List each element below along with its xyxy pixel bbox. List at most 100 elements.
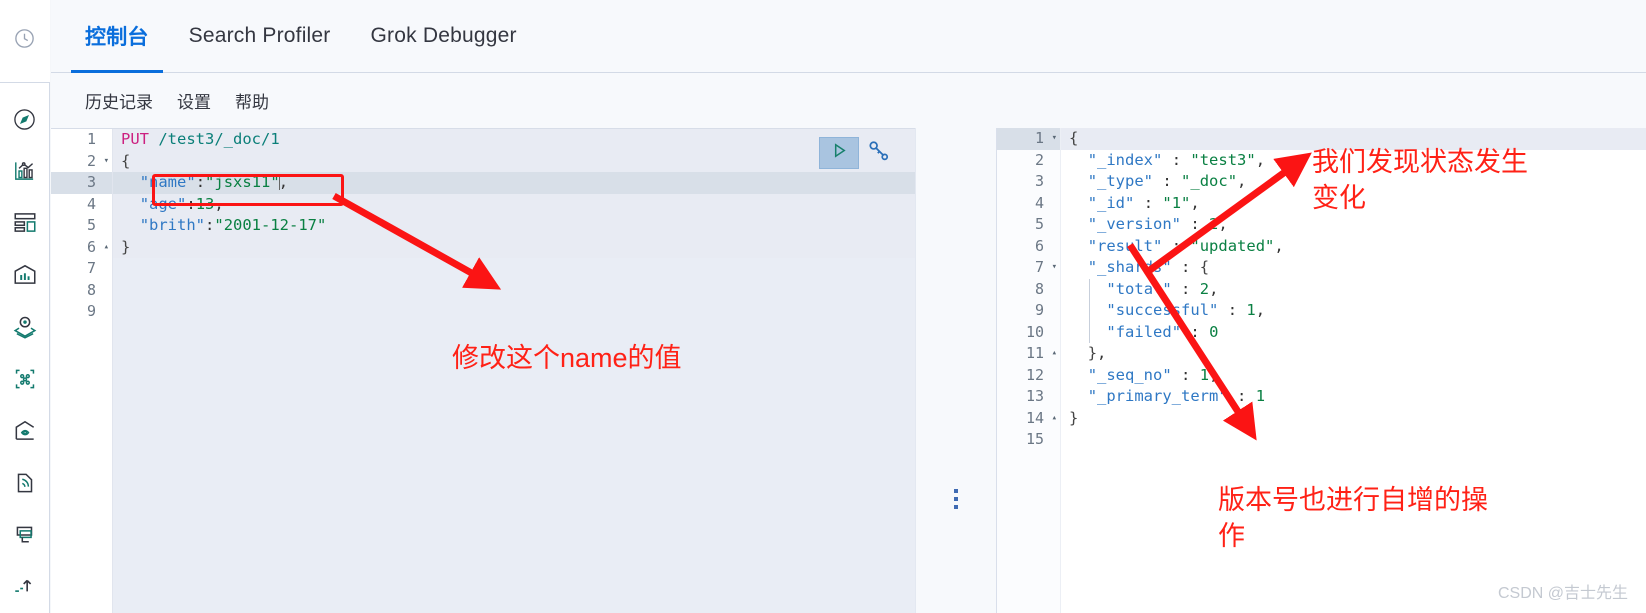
code-line[interactable]: "name":"jsxs11",: [113, 172, 915, 194]
gutter-line: 3: [1034, 172, 1044, 190]
gutter-line: 8: [1034, 279, 1044, 298]
gutter-line: 6 ▴: [51, 237, 112, 259]
gutter-line: 9: [1034, 301, 1044, 319]
gutter-line: 13: [1025, 387, 1044, 405]
request-options-button[interactable]: [865, 138, 891, 169]
gutter-line: 5: [86, 216, 96, 234]
sidebar-item-maps[interactable]: [0, 301, 50, 353]
console-panes: 1 2 ▾ 3 4 5 6 ▴ 7 8 9 PUT /test3/_doc/1{ "name":"j…: [51, 128, 1646, 613]
fold-toggle-icon[interactable]: ▾: [104, 151, 109, 173]
gutter-line: 2 ▾: [51, 151, 112, 173]
gutter-line: 15: [1025, 430, 1044, 448]
logs-icon: [12, 470, 38, 496]
code-line[interactable]: "age":13,: [113, 193, 915, 215]
main-area: 控制台 Search Profiler Grok Debugger 历史记录 设…: [51, 0, 1646, 613]
code-line[interactable]: "failed" : 0: [1061, 322, 1646, 344]
gutter-line: 12: [1025, 365, 1044, 384]
sidebar-item-list: [0, 83, 50, 613]
gutter-line: 5: [1034, 215, 1044, 233]
gutter-line: 8: [86, 280, 96, 299]
fold-toggle-icon[interactable]: ▴: [1052, 343, 1057, 365]
tab-grok-debugger[interactable]: Grok Debugger: [357, 0, 531, 72]
indent-guide: [1089, 278, 1090, 343]
submenu-item-settings[interactable]: 设置: [177, 88, 211, 113]
response-gutter: 1 ▾ 2 3 4 5 6 7 ▾ 8 9 10 11 ▴ 12 13 14 ▴ 15: [997, 128, 1061, 613]
tab-grok-debugger-label: Grok Debugger: [370, 24, 517, 47]
code-line[interactable]: PUT /test3/_doc/1: [113, 129, 915, 151]
tab-bar: 控制台 Search Profiler Grok Debugger: [51, 0, 1646, 73]
code-line[interactable]: "_id" : "1",: [1061, 193, 1646, 215]
gutter-line: 11 ▴: [997, 343, 1060, 365]
code-line[interactable]: {: [113, 150, 915, 172]
clock-icon: [13, 27, 36, 55]
compass-icon: [12, 107, 37, 132]
dashboard-icon: [12, 210, 38, 236]
gutter-line: 6: [1034, 236, 1044, 255]
code-line[interactable]: "_shards" : {: [1061, 257, 1646, 279]
code-line[interactable]: {: [1061, 128, 1646, 150]
code-line[interactable]: [113, 280, 915, 302]
code-line[interactable]: "_seq_no" : 1,: [1061, 365, 1646, 387]
gutter-line: 9: [86, 302, 96, 320]
code-line[interactable]: "_version" : 2,: [1061, 214, 1646, 236]
resize-dot: [954, 505, 958, 509]
fold-toggle-icon[interactable]: ▾: [1052, 257, 1057, 279]
sidebar-item-visualize[interactable]: [0, 145, 50, 197]
code-line[interactable]: [113, 301, 915, 323]
tab-console[interactable]: 控制台: [71, 0, 163, 73]
resize-dot: [954, 497, 958, 501]
code-line[interactable]: }: [1061, 408, 1646, 430]
pane-resizer[interactable]: [915, 128, 997, 613]
code-line[interactable]: "successful" : 1,: [1061, 300, 1646, 322]
sidebar-item-discover[interactable]: [0, 93, 50, 145]
request-gutter: 1 2 ▾ 3 4 5 6 ▴ 7 8 9: [51, 129, 113, 613]
gutter-line: 14 ▴: [997, 408, 1060, 430]
editor-actions: [819, 137, 891, 169]
sidebar-item-uptime[interactable]: [0, 561, 50, 613]
sidebar-item-recently-viewed[interactable]: [0, 0, 50, 83]
submenu-item-history[interactable]: 历史记录: [85, 88, 153, 113]
resize-dots-handle[interactable]: [954, 489, 958, 509]
response-viewer[interactable]: 1 ▾ 2 3 4 5 6 7 ▾ 8 9 10 11 ▴ 12 13 14 ▴ 15 { "_index" : "…: [997, 128, 1646, 613]
gutter-line: 7 ▾: [997, 257, 1060, 279]
code-line[interactable]: [113, 258, 915, 280]
code-line[interactable]: },: [1061, 343, 1646, 365]
console-submenu: 历史记录 设置 帮助: [51, 73, 1646, 128]
gutter-line: 1: [86, 130, 96, 148]
sidebar-item-infrastructure[interactable]: [0, 405, 50, 457]
code-line[interactable]: }: [113, 236, 915, 258]
gutter-line: 7: [86, 259, 96, 277]
gutter-line: 2: [1034, 150, 1044, 169]
run-request-button[interactable]: [819, 137, 859, 169]
tab-console-label: 控制台: [85, 26, 149, 49]
code-line[interactable]: "_index" : "test3",: [1061, 150, 1646, 172]
sidebar-item-apm[interactable]: [0, 509, 50, 561]
ml-icon: [12, 366, 38, 392]
fold-toggle-icon[interactable]: ▴: [104, 237, 109, 259]
code-line[interactable]: "result" : "updated",: [1061, 236, 1646, 258]
code-line[interactable]: [1061, 429, 1646, 451]
sidebar-item-logs[interactable]: [0, 457, 50, 509]
sidebar-item-dashboard[interactable]: [0, 197, 50, 249]
fold-toggle-icon[interactable]: ▴: [1052, 408, 1057, 430]
maps-icon: [12, 314, 38, 340]
uptime-icon: [12, 577, 38, 597]
gutter-line: 10: [1025, 322, 1044, 341]
response-code[interactable]: { "_index" : "test3", "_type" : "_doc", …: [1061, 128, 1646, 613]
submenu-item-help[interactable]: 帮助: [235, 88, 269, 113]
code-line[interactable]: "brith":"2001-12-17": [113, 215, 915, 237]
request-editor[interactable]: 1 2 ▾ 3 4 5 6 ▴ 7 8 9 PUT /test3/_doc/1{ "name":"j…: [51, 128, 915, 613]
fold-toggle-icon[interactable]: ▾: [1052, 128, 1057, 150]
tab-search-profiler[interactable]: Search Profiler: [175, 0, 345, 72]
sidebar-item-canvas[interactable]: [0, 249, 50, 301]
gutter-line: 1 ▾: [997, 128, 1060, 150]
gutter-line: 4: [1034, 193, 1044, 212]
code-line[interactable]: "_type" : "_doc",: [1061, 171, 1646, 193]
wrench-icon: [865, 138, 891, 169]
request-code[interactable]: PUT /test3/_doc/1{ "name":"jsxs11", "age…: [113, 129, 915, 613]
sidebar-rail: [0, 0, 50, 613]
code-line[interactable]: "total" : 2,: [1061, 279, 1646, 301]
sidebar-item-machine-learning[interactable]: [0, 353, 50, 405]
play-icon: [830, 141, 849, 165]
code-line[interactable]: "_primary_term" : 1: [1061, 386, 1646, 408]
